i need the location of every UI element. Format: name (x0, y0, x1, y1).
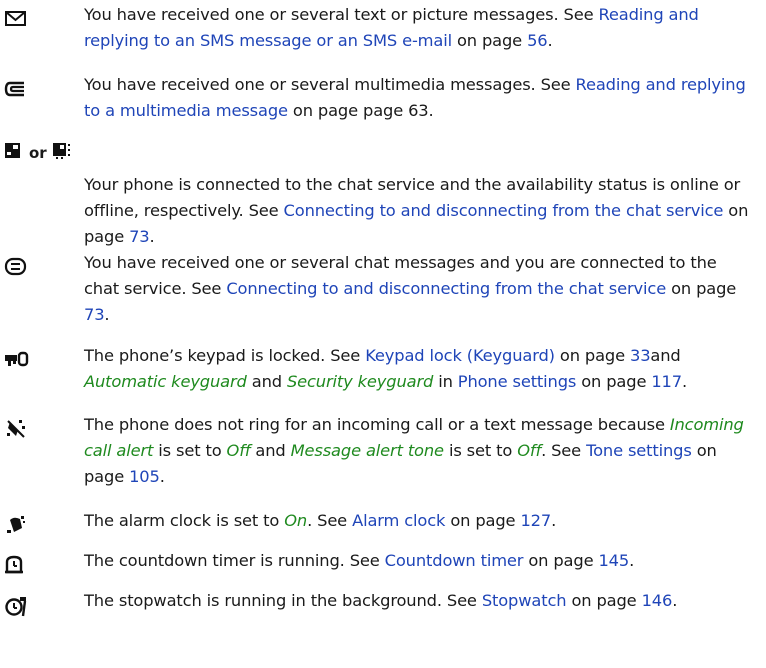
entry-text: The stopwatch is running in the backgrou… (84, 588, 756, 614)
chat-offline-icon (52, 142, 74, 164)
body-text: on page (566, 591, 642, 610)
entry-text: The alarm clock is set to On. See Alarm … (84, 508, 756, 534)
multimedia-message-icon (4, 80, 32, 104)
body-text: The countdown timer is running. See (84, 551, 385, 570)
body-text: You have received one or several text or… (84, 5, 599, 24)
body-text: . (547, 31, 553, 50)
entry-text: The countdown timer is running. See Coun… (84, 548, 756, 574)
entry-text: The phone does not ring for an incoming … (84, 412, 756, 490)
body-text: . (672, 591, 678, 610)
chat-status-icons: or (4, 140, 74, 166)
countdown-timer-icon (4, 554, 32, 578)
body-text: . (104, 305, 110, 324)
cross-reference-link[interactable]: Tone settings (586, 441, 692, 460)
body-text: You have received one or several multime… (84, 75, 576, 94)
setting-name: On (284, 511, 308, 530)
setting-name: Message alert tone (290, 441, 444, 460)
setting-name: Off (517, 441, 542, 460)
cross-reference-link[interactable]: Keypad lock (Keyguard) (365, 346, 555, 365)
body-text: and (246, 372, 287, 391)
body-text: . (159, 467, 165, 486)
or-label: or (29, 144, 47, 162)
body-text: . (149, 227, 155, 246)
setting-name: Security keyguard (286, 372, 434, 391)
body-text: on page (445, 511, 521, 530)
cross-reference-link[interactable]: 127 (520, 511, 551, 530)
cross-reference-link[interactable]: 105 (129, 467, 160, 486)
entry-text: You have received one or several multime… (84, 72, 756, 124)
body-text: in (433, 372, 458, 391)
cross-reference-link[interactable]: 33 (630, 346, 651, 365)
setting-name: Automatic keyguard (84, 372, 247, 391)
body-text: on page (666, 279, 737, 298)
cross-reference-link[interactable]: 145 (598, 551, 629, 570)
body-text: The phone does not ring for an incoming … (84, 415, 670, 434)
entry-text: The phone’s keypad is locked. See Keypad… (84, 343, 756, 395)
body-text: . (551, 511, 557, 530)
cross-reference-link[interactable]: Phone settings (458, 372, 577, 391)
keypad-lock-icon (4, 351, 32, 375)
body-text: on page (451, 31, 528, 50)
body-text: and (650, 346, 681, 365)
body-text: . See (541, 441, 587, 460)
envelope-icon (4, 10, 32, 34)
silent-icon (4, 418, 32, 442)
body-text: The alarm clock is set to (84, 511, 285, 530)
body-text: on page (554, 346, 630, 365)
body-text: is set to (153, 441, 227, 460)
cross-reference-link[interactable]: 73 (84, 305, 105, 324)
stopwatch-icon (4, 596, 32, 620)
cross-reference-link[interactable]: 56 (527, 31, 548, 50)
cross-reference-link[interactable]: 117 (651, 372, 682, 391)
cross-reference-link[interactable]: Stopwatch (482, 591, 567, 610)
setting-name: Off (226, 441, 251, 460)
cross-reference-link[interactable]: Connecting to and disconnecting from the… (226, 279, 666, 298)
body-text: . (629, 551, 635, 570)
entry-text: You have received one or several text or… (84, 2, 756, 54)
icon-reference-page: You have received one or several text or… (0, 0, 766, 668)
body-text: on page page 63. (287, 101, 434, 120)
cross-reference-link[interactable]: 73 (129, 227, 150, 246)
body-text: on page (576, 372, 652, 391)
entry-text: Your phone is connected to the chat serv… (84, 172, 756, 250)
cross-reference-link[interactable]: Connecting to and disconnecting from the… (284, 201, 724, 220)
cross-reference-link[interactable]: Alarm clock (352, 511, 445, 530)
body-text: is set to (443, 441, 518, 460)
body-text: The stopwatch is running in the backgrou… (84, 591, 482, 610)
body-text: The phone’s keypad is locked. See (84, 346, 366, 365)
entry-text: You have received one or several chat me… (84, 250, 756, 328)
cross-reference-link[interactable]: Countdown timer (385, 551, 524, 570)
alarm-clock-icon (4, 514, 32, 538)
body-text: . See (307, 511, 353, 530)
body-text: . (681, 372, 688, 391)
chat-message-icon (4, 257, 32, 281)
chat-online-icon (4, 142, 24, 164)
cross-reference-link[interactable]: 146 (642, 591, 673, 610)
body-text: and (250, 441, 291, 460)
body-text: on page (523, 551, 599, 570)
